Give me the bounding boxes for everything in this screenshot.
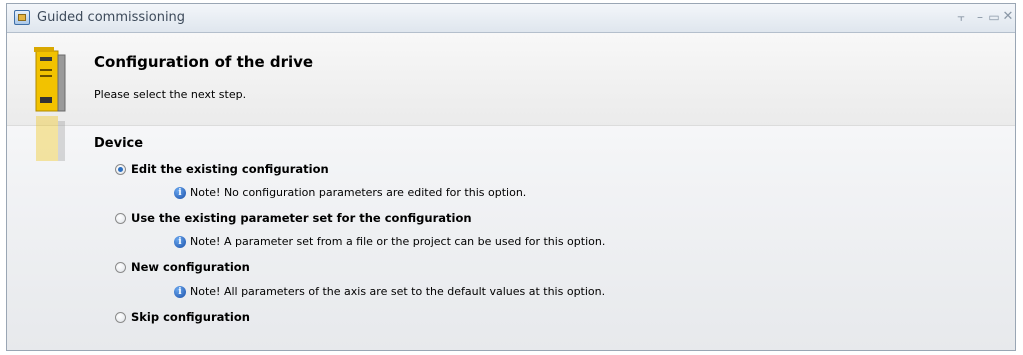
note-text: Note! All parameters of the axis are set… [190,285,606,298]
drive-device-icon [34,47,66,112]
radio-skip-configuration[interactable] [115,311,126,323]
option-label[interactable]: Skip configuration [131,310,250,324]
pin-icon[interactable]: ⫟ [954,10,968,24]
note-text: Note! No configuration parameters are ed… [190,186,527,199]
minimize-icon[interactable]: – [973,10,987,24]
option-use-parameter-set[interactable]: Use the existing parameter set for the c… [115,211,472,225]
info-icon: i [174,235,186,248]
option-label[interactable]: Use the existing parameter set for the c… [131,211,472,225]
info-icon: i [174,186,186,199]
option-new-configuration[interactable]: New configuration [115,260,250,274]
section-heading-device: Device [94,136,144,151]
content-area: Configuration of the drive Please select… [7,33,1015,350]
page-title: Configuration of the drive [94,53,314,71]
radio-edit-existing[interactable] [115,163,126,175]
maximize-icon[interactable]: ▭ [987,10,1001,24]
option-label[interactable]: Edit the existing configuration [131,162,329,176]
note-edit-existing: i Note! No configuration parameters are … [174,186,526,199]
option-edit-existing[interactable]: Edit the existing configuration [115,162,329,176]
note-use-parameter-set: i Note! A parameter set from a file or t… [174,235,605,248]
header-band: Configuration of the drive Please select… [7,33,1015,126]
close-icon[interactable]: ✕ [1001,10,1015,24]
option-skip-configuration[interactable]: Skip configuration [115,310,250,324]
app-icon [14,10,30,25]
radio-use-parameter-set[interactable] [115,212,126,224]
note-text: Note! A parameter set from a file or the… [190,235,606,248]
title-bar: Guided commissioning ⫟ – ▭ ✕ [7,4,1015,33]
guided-commissioning-window: Guided commissioning ⫟ – ▭ ✕ Configurati… [6,3,1016,351]
note-new-configuration: i Note! All parameters of the axis are s… [174,285,605,298]
info-icon: i [174,285,186,298]
option-label[interactable]: New configuration [131,260,250,274]
page-subtitle: Please select the next step. [94,88,247,101]
radio-new-configuration[interactable] [115,261,126,273]
drive-reflection [36,116,65,161]
window-title: Guided commissioning [37,10,186,25]
